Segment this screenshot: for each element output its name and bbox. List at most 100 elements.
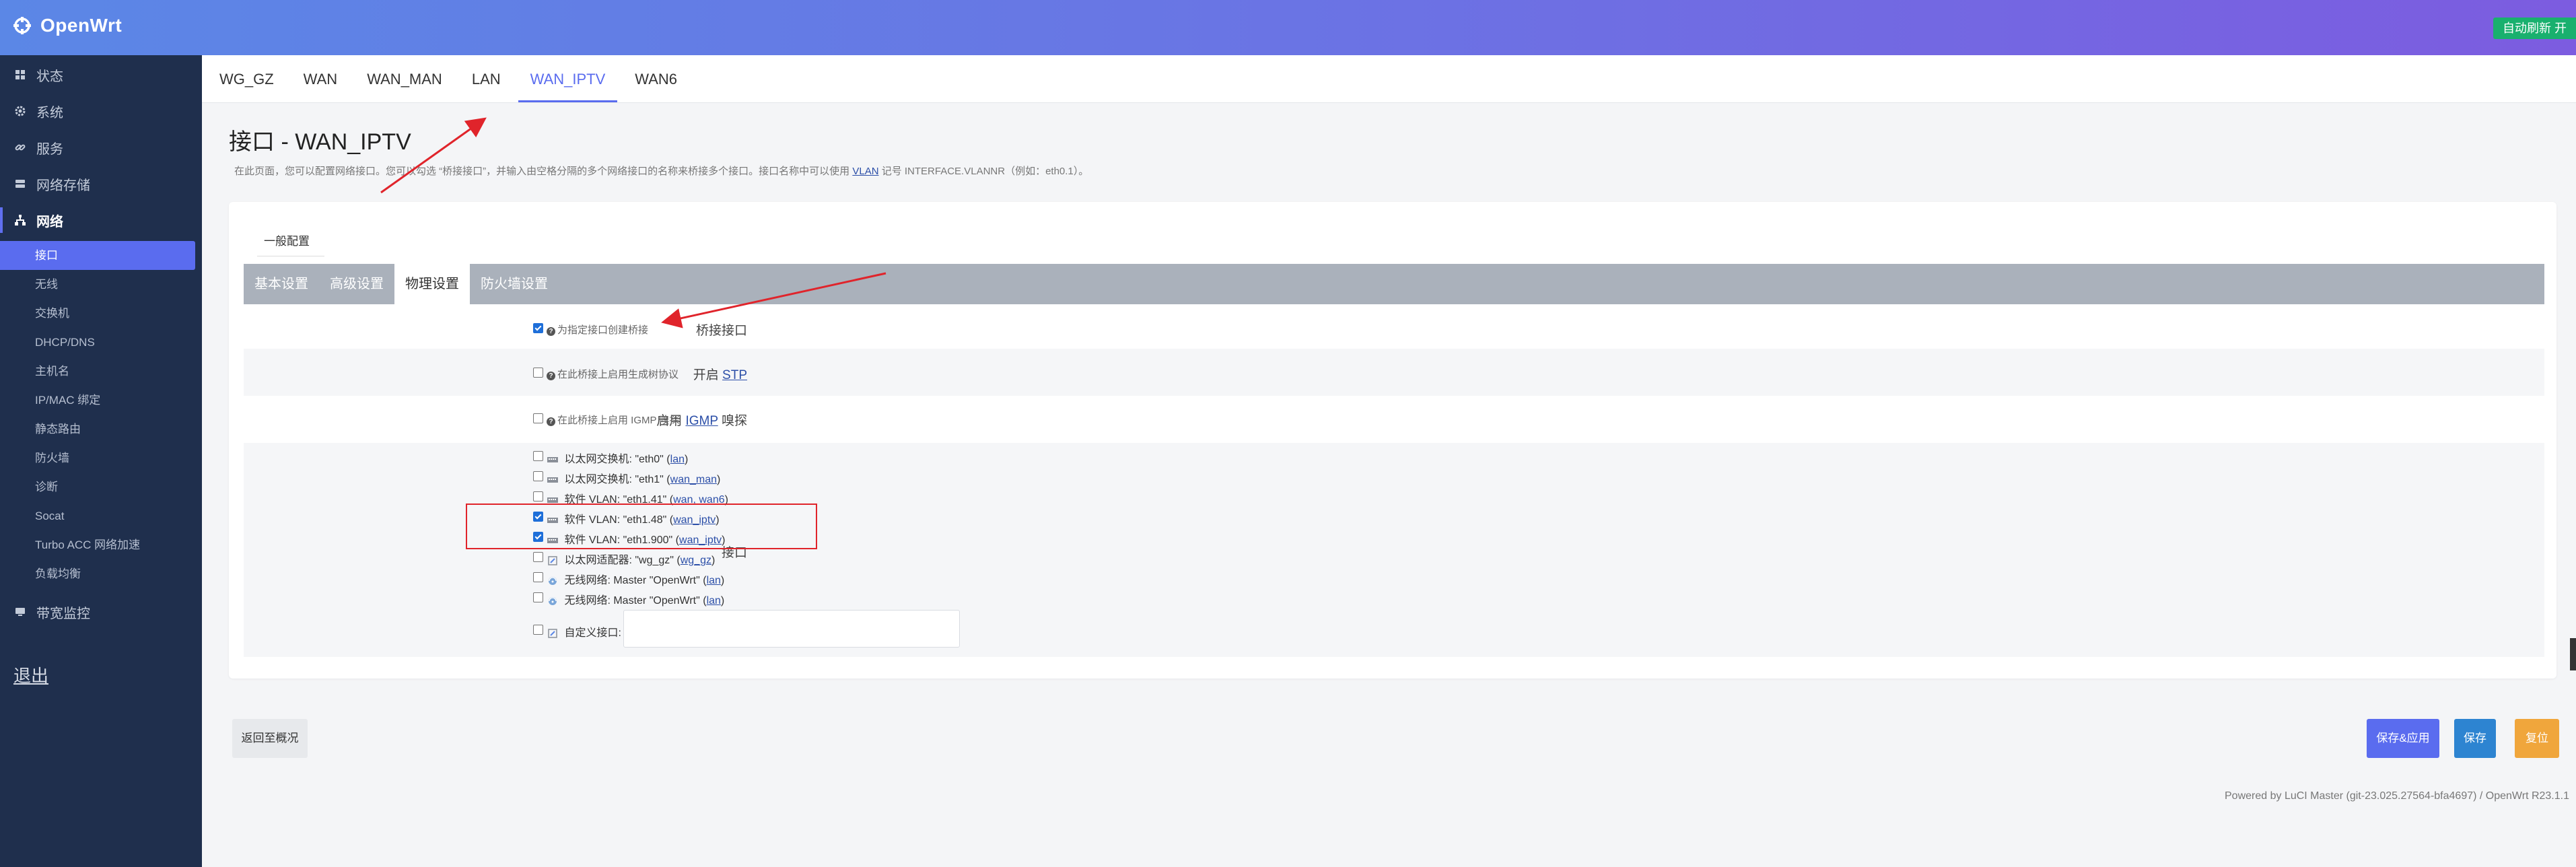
brand-name: OpenWrt <box>40 15 123 36</box>
storage-icon <box>13 177 27 190</box>
interface-checkbox[interactable] <box>533 451 543 461</box>
interface-checkbox[interactable] <box>533 471 543 481</box>
subtab-firewall[interactable]: 防火墙设置 <box>470 264 559 304</box>
sidebar-sub-firewall[interactable]: 防火墙 <box>0 444 202 473</box>
monitor-icon <box>13 605 27 619</box>
wireless-icon <box>549 596 557 605</box>
sidebar-sub-switch[interactable]: 交换机 <box>0 299 202 328</box>
igmp-abbr: IGMP <box>685 414 718 428</box>
custom-interface-input[interactable] <box>623 610 960 648</box>
interface-name: 无线网络: Master "OpenWrt" <box>564 595 700 606</box>
auto-refresh-button[interactable]: 自动刷新 开 <box>2493 18 2576 39</box>
sidebar-sub-socat[interactable]: Socat <box>0 501 202 530</box>
footer: Powered by LuCI Master (git-23.025.27564… <box>2225 790 2569 802</box>
save-button[interactable]: 保存 <box>2454 719 2496 758</box>
sidebar-item-nas[interactable]: 网络存储 <box>0 166 202 202</box>
interface-name: 以太网交换机: "eth0" <box>564 454 664 465</box>
subtab-basic[interactable]: 基本设置 <box>244 264 319 304</box>
interface-network-link[interactable]: lan <box>707 595 721 606</box>
question-icon: ? <box>547 417 555 426</box>
page-description-tail: 记号 INTERFACE.VLANNR（例如：eth0.1）。 <box>881 166 1089 177</box>
page-description-text: 在此页面，您可以配置网络接口。您可以勾选 “桥接接口”，并输入由空格分隔的多个网… <box>234 166 850 177</box>
sidebar-item-services[interactable]: 服务 <box>0 129 202 166</box>
interface-network-link[interactable]: lan <box>707 575 721 586</box>
tab-wg-gz[interactable]: WG_GZ <box>207 57 286 102</box>
sidebar-sub-ip-mac-binding[interactable]: IP/MAC 绑定 <box>0 386 202 415</box>
general-config-card: 一般配置 基本设置 高级设置 物理设置 防火墙设置 桥接接口 ? 为指定接口创建桥… <box>229 202 2556 679</box>
section-legend: 一般配置 <box>264 235 310 248</box>
bridge-checkbox[interactable] <box>533 323 543 333</box>
openwrt-logo-icon <box>13 17 31 34</box>
interface-network-link[interactable]: lan <box>670 454 685 465</box>
question-icon: ? <box>547 372 555 380</box>
custom-interface-checkbox[interactable] <box>533 625 543 635</box>
igmp-help-text: 在此桥接上启用 IGMP 嗅探 <box>557 415 680 426</box>
page-title: 接口 - WAN_IPTV <box>229 129 411 155</box>
interface-text: 无线网络: Master "OpenWrt" (lan) <box>547 571 724 587</box>
igmp-help: ? 在此桥接上启用 IGMP 嗅探 <box>547 413 679 427</box>
vlan-link[interactable]: VLAN <box>852 166 878 177</box>
ethernet-adapter-icon <box>548 556 557 565</box>
subtab-advanced[interactable]: 高级设置 <box>319 264 394 304</box>
interface-name: 无线网络: Master "OpenWrt" <box>564 575 700 586</box>
wireless-icon <box>549 576 557 585</box>
interfaces-row: 接口 以太网交换机: "eth0" (lan) 以太网交换机: "eth1" (… <box>244 443 2544 657</box>
config-subtabs: 基本设置 高级设置 物理设置 防火墙设置 <box>244 264 2544 304</box>
sidebar-sub-static-routes[interactable]: 静态路由 <box>0 415 202 444</box>
stp-checkbox[interactable] <box>533 368 543 378</box>
save-apply-button[interactable]: 保存&应用 <box>2367 719 2439 758</box>
bridge-help-text: 为指定接口创建桥接 <box>557 324 649 336</box>
stp-row: 开启 STP ? 在此桥接上启用生成树协议 <box>244 349 2544 396</box>
sidebar-item-label: 状态 <box>36 69 63 84</box>
brand[interactable]: OpenWrt <box>12 15 122 36</box>
ethernet-switch-icon <box>547 477 558 483</box>
sidebar-item-label: 网络存储 <box>36 178 90 193</box>
interface-network-link[interactable]: wan_man <box>670 474 717 485</box>
interface-checkbox[interactable] <box>533 572 543 582</box>
reset-button[interactable]: 复位 <box>2515 719 2559 758</box>
subtab-physical[interactable]: 物理设置 <box>394 264 470 304</box>
interface-network-link[interactable]: wg_gz <box>681 555 711 566</box>
tab-lan[interactable]: LAN <box>460 57 513 102</box>
sidebar-sub-turbo-acc[interactable]: Turbo ACC 网络加速 <box>0 530 202 559</box>
ethernet-switch-icon <box>547 456 558 462</box>
page-description: 在此页面，您可以配置网络接口。您可以勾选 “桥接接口”，并输入由空格分隔的多个网… <box>234 164 1088 178</box>
sidebar-sub-dhcp-dns[interactable]: DHCP/DNS <box>0 328 202 357</box>
sidebar-item-label: 网络 <box>36 214 63 230</box>
tab-wan-man[interactable]: WAN_MAN <box>355 57 454 102</box>
tab-wan6[interactable]: WAN6 <box>623 57 689 102</box>
scrollbar-thumb[interactable] <box>2570 638 2576 670</box>
bridge-row: 桥接接口 ? 为指定接口创建桥接 <box>244 304 2544 349</box>
back-to-overview-button[interactable]: 返回至概况 <box>232 719 308 758</box>
network-submenu: 接口 无线 交换机 DHCP/DNS 主机名 IP/MAC 绑定 静态路由 防火… <box>0 238 202 594</box>
sidebar-item-status[interactable]: 状态 <box>0 57 202 93</box>
interface-list: 以太网交换机: "eth0" (lan) 以太网交换机: "eth1" (wan… <box>533 450 1072 654</box>
tab-wan-iptv[interactable]: WAN_IPTV <box>518 57 618 102</box>
interface-text: 自定义接口: <box>547 623 621 639</box>
sidebar-item-system[interactable]: 系统 <box>0 93 202 129</box>
sidebar-item-bandwidth-monitor[interactable]: 带宽监控 <box>0 594 202 630</box>
sidebar-item-network[interactable]: 网络 <box>0 202 202 238</box>
interface-text: 以太网交换机: "eth0" (lan) <box>547 450 688 466</box>
tab-wan[interactable]: WAN <box>291 57 350 102</box>
interface-text: 无线网络: Master "OpenWrt" (lan) <box>547 591 724 607</box>
gear-icon <box>13 104 27 118</box>
igmp-label-post: 嗅探 <box>721 414 747 428</box>
sidebar-sub-load-balancing[interactable]: 负载均衡 <box>0 559 202 588</box>
stp-label-text: 开启 <box>693 368 719 382</box>
sidebar-sub-hostnames[interactable]: 主机名 <box>0 357 202 386</box>
interface-checkbox[interactable] <box>533 592 543 602</box>
logout-link[interactable]: 退出 <box>13 662 48 687</box>
interface-tabs: WG_GZ WAN WAN_MAN LAN WAN_IPTV WAN6 <box>202 55 2576 103</box>
interface-checkbox[interactable] <box>533 552 543 562</box>
custom-interface-label: 自定义接口: <box>564 627 621 639</box>
sidebar-sub-wireless[interactable]: 无线 <box>0 270 202 299</box>
interface-name: 以太网适配器: "wg_gz" <box>564 555 674 566</box>
stp-help-text: 在此桥接上启用生成树协议 <box>557 369 679 380</box>
sidebar-item-label: 带宽监控 <box>36 606 90 621</box>
sidebar-sub-diagnostics[interactable]: 诊断 <box>0 473 202 501</box>
ethernet-adapter-icon <box>548 629 557 638</box>
igmp-checkbox[interactable] <box>533 413 543 423</box>
sidebar-sub-interfaces[interactable]: 接口 <box>0 241 195 270</box>
interface-checkbox[interactable] <box>533 491 543 501</box>
